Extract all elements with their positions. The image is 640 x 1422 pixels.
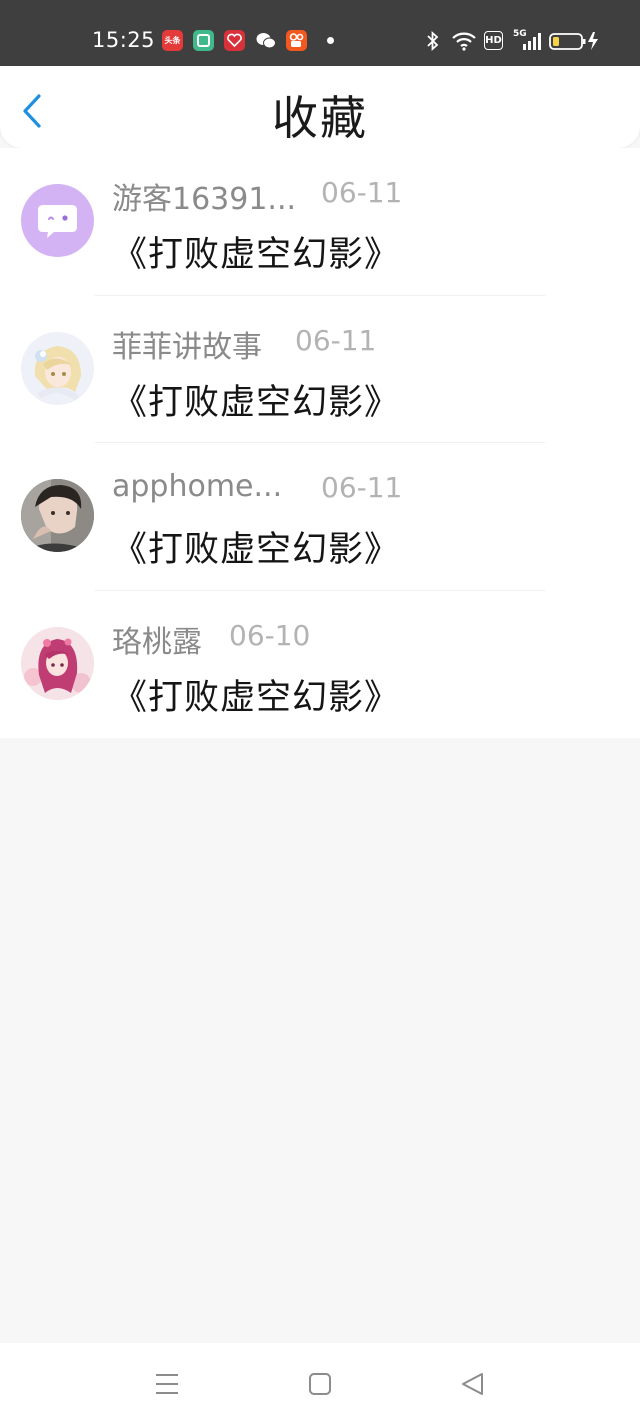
username: apphome... xyxy=(112,469,283,504)
battery-charging-icon xyxy=(549,32,598,50)
status-bar: 15:25 头条 HD 5G xyxy=(0,0,640,66)
list-item[interactable]: 珞桃露 06-10 《打败虚空幻影》 xyxy=(0,591,640,739)
date: 06-11 xyxy=(295,323,377,357)
nav-back-button[interactable] xyxy=(458,1369,488,1399)
status-time: 15:25 xyxy=(92,28,156,52)
hd-badge: HD xyxy=(484,31,503,50)
photo-avatar xyxy=(21,479,94,552)
heart-app-icon xyxy=(224,30,245,51)
item-title: 《打败虚空幻影》 xyxy=(112,235,401,275)
bluetooth-icon xyxy=(427,30,439,52)
username: 珞桃露 xyxy=(112,624,202,660)
signal-icon xyxy=(523,33,541,50)
wifi-icon xyxy=(452,32,476,51)
back-triangle-icon xyxy=(462,1373,483,1395)
header: 收藏 xyxy=(0,66,640,148)
date: 06-10 xyxy=(229,618,311,652)
username: 菲菲讲故事 xyxy=(112,329,262,365)
chat-bubble-avatar xyxy=(21,184,94,257)
notes-icon xyxy=(193,30,214,51)
notification-dot xyxy=(327,37,334,44)
kuaishou-icon xyxy=(286,30,307,51)
menu-button[interactable] xyxy=(152,1369,182,1399)
home-square-icon xyxy=(309,1373,331,1395)
page-title: 收藏 xyxy=(272,91,368,145)
system-nav-bar xyxy=(0,1343,640,1422)
list-item[interactable]: 菲菲讲故事 06-11 《打败虚空幻影》 xyxy=(0,296,640,443)
anime-pink-avatar xyxy=(21,626,94,700)
toutiao-icon: 头条 xyxy=(162,30,183,51)
wechat-icon xyxy=(255,30,276,51)
anime-girl-avatar xyxy=(21,331,94,405)
item-title: 《打败虚空幻影》 xyxy=(112,382,401,423)
date: 06-11 xyxy=(321,471,403,504)
item-title: 《打败虚空幻影》 xyxy=(112,530,401,570)
favorites-list: 游客16391... 06-11 《打败虚空幻影》 菲菲讲故事 06-11 《打… xyxy=(0,148,640,738)
list-item[interactable]: apphome... 06-11 《打败虚空幻影》 xyxy=(0,443,640,591)
item-title: 《打败虚空幻影》 xyxy=(112,677,401,718)
home-button[interactable] xyxy=(305,1369,335,1399)
date: 06-11 xyxy=(321,176,403,209)
username: 游客16391... xyxy=(112,182,297,217)
list-item[interactable]: 游客16391... 06-11 《打败虚空幻影》 xyxy=(0,148,640,296)
menu-icon xyxy=(156,1374,178,1394)
